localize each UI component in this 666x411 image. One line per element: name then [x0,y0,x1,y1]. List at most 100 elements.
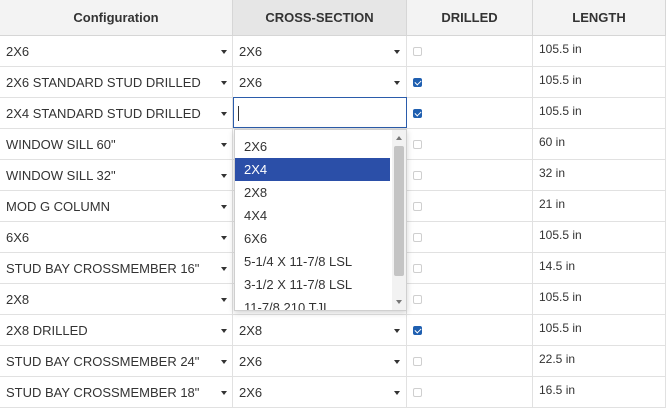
chevron-down-icon[interactable] [394,360,400,364]
cross-section-value: 2X8 [239,322,263,338]
drilled-cell [407,377,533,407]
dropdown-option[interactable]: 5-1/4 X 11-7/8 LSL [235,250,390,273]
chevron-down-icon[interactable] [394,329,400,333]
configuration-value: 2X8 DRILLED [6,322,88,338]
chevron-down-icon[interactable] [394,391,400,395]
header-length[interactable]: LENGTH [533,0,666,36]
drilled-cell [407,253,533,283]
chevron-down-icon[interactable] [221,360,227,364]
configuration-cell[interactable]: STUD BAY CROSSMEMBER 16" [0,253,233,283]
drilled-checkbox[interactable] [413,387,422,397]
drilled-checkbox[interactable] [413,201,422,211]
length-value: 22.5 in [539,352,576,366]
chevron-down-icon[interactable] [221,267,227,271]
dropdown-option[interactable]: 11-7/8 210 TJI [235,296,390,310]
drilled-cell [407,222,533,252]
length-cell[interactable]: 105.5 in [533,222,666,252]
configuration-cell[interactable]: 2X6 [0,36,233,66]
configuration-cell[interactable]: WINDOW SILL 32" [0,160,233,190]
length-cell[interactable]: 105.5 in [533,315,666,345]
length-cell[interactable]: 22.5 in [533,346,666,376]
text-caret [238,106,239,121]
length-value: 60 in [539,135,566,149]
dropdown-option[interactable]: 3-1/2 X 11-7/8 LSL [235,273,390,296]
configuration-cell[interactable]: WINDOW SILL 60" [0,129,233,159]
chevron-down-icon[interactable] [221,174,227,178]
length-cell[interactable]: 105.5 in [533,284,666,314]
length-cell[interactable]: 32 in [533,160,666,190]
configuration-value: MOD G COLUMN [6,198,110,214]
length-value: 21 in [539,197,566,211]
dropdown-scrollbar[interactable] [392,130,406,310]
configuration-cell[interactable]: 2X4 STANDARD STUD DRILLED [0,98,233,128]
chevron-down-icon[interactable] [221,112,227,116]
chevron-down-icon[interactable] [221,236,227,240]
configuration-cell[interactable]: STUD BAY CROSSMEMBER 24" [0,346,233,376]
cross-section-cell[interactable]: 2X6 [233,377,407,407]
scroll-down-arrow-icon[interactable] [396,300,402,304]
length-value: 105.5 in [539,321,582,335]
length-cell[interactable]: 16.5 in [533,377,666,407]
drilled-checkbox[interactable] [413,139,422,149]
drilled-cell [407,346,533,376]
drilled-checkbox[interactable] [413,232,422,242]
drilled-checkbox[interactable] [413,263,422,273]
configuration-value: 2X8 [6,291,30,307]
header-drilled[interactable]: DRILLED [407,0,533,36]
chevron-down-icon[interactable] [221,205,227,209]
drilled-cell [407,129,533,159]
scroll-up-arrow-icon[interactable] [396,136,402,140]
chevron-down-icon[interactable] [221,50,227,54]
length-value: 105.5 in [539,42,582,56]
dropdown-option[interactable]: 6X6 [235,227,390,250]
length-cell[interactable]: 21 in [533,191,666,221]
drilled-checkbox-checked[interactable] [413,108,422,118]
length-value: 105.5 in [539,104,582,118]
scrollbar-thumb[interactable] [394,146,404,276]
chevron-down-icon[interactable] [394,81,400,85]
chevron-down-icon[interactable] [394,50,400,54]
header-configuration[interactable]: Configuration [0,0,233,36]
cross-section-cell[interactable]: 2X6 [233,36,407,66]
dropdown-option[interactable]: 2X6 [235,135,390,158]
dropdown-option[interactable]: 2X8 [235,181,390,204]
configuration-cell[interactable]: 2X8 [0,284,233,314]
drilled-checkbox-checked[interactable] [413,325,422,335]
dropdown-option[interactable]: 2X4 [235,158,390,181]
cross-section-cell[interactable]: 2X6 [233,346,407,376]
drilled-checkbox[interactable] [413,356,422,366]
configuration-value: STUD BAY CROSSMEMBER 24" [6,353,200,369]
drilled-cell [407,67,533,97]
chevron-down-icon[interactable] [221,329,227,333]
length-cell[interactable]: 60 in [533,129,666,159]
table-row: 2X6 STANDARD STUD DRILLED 2X6 105.5 in [0,67,666,98]
cross-section-dropdown[interactable]: 2X6 2X4 2X8 4X4 6X6 5-1/4 X 11-7/8 LSL 3-1/2 X… [234,129,407,311]
configuration-cell[interactable]: MOD G COLUMN [0,191,233,221]
configuration-value: STUD BAY CROSSMEMBER 16" [6,260,200,276]
chevron-down-icon[interactable] [221,143,227,147]
drilled-checkbox-checked[interactable] [413,77,422,87]
dropdown-option[interactable]: 4X4 [235,204,390,227]
configuration-value: WINDOW SILL 60" [6,136,116,152]
cross-section-cell[interactable]: 2X8 [233,315,407,345]
drilled-checkbox[interactable] [413,46,422,56]
configuration-cell[interactable]: 2X6 STANDARD STUD DRILLED [0,67,233,97]
drilled-cell [407,36,533,66]
length-cell[interactable]: 14.5 in [533,253,666,283]
length-cell[interactable]: 105.5 in [533,67,666,97]
configuration-cell[interactable]: STUD BAY CROSSMEMBER 18" [0,377,233,407]
drilled-checkbox[interactable] [413,170,422,180]
length-cell[interactable]: 105.5 in [533,36,666,66]
drilled-checkbox[interactable] [413,294,422,304]
header-cross-section[interactable]: CROSS-SECTION [233,0,407,36]
configuration-cell[interactable]: 6X6 [0,222,233,252]
cross-section-cell[interactable]: 2X6 [233,67,407,97]
drilled-cell [407,160,533,190]
chevron-down-icon[interactable] [221,298,227,302]
cross-section-edit-input[interactable] [233,97,407,128]
chevron-down-icon[interactable] [221,81,227,85]
configuration-cell[interactable]: 2X8 DRILLED [0,315,233,345]
length-cell[interactable]: 105.5 in [533,98,666,128]
configuration-value: WINDOW SILL 32" [6,167,116,183]
chevron-down-icon[interactable] [221,391,227,395]
